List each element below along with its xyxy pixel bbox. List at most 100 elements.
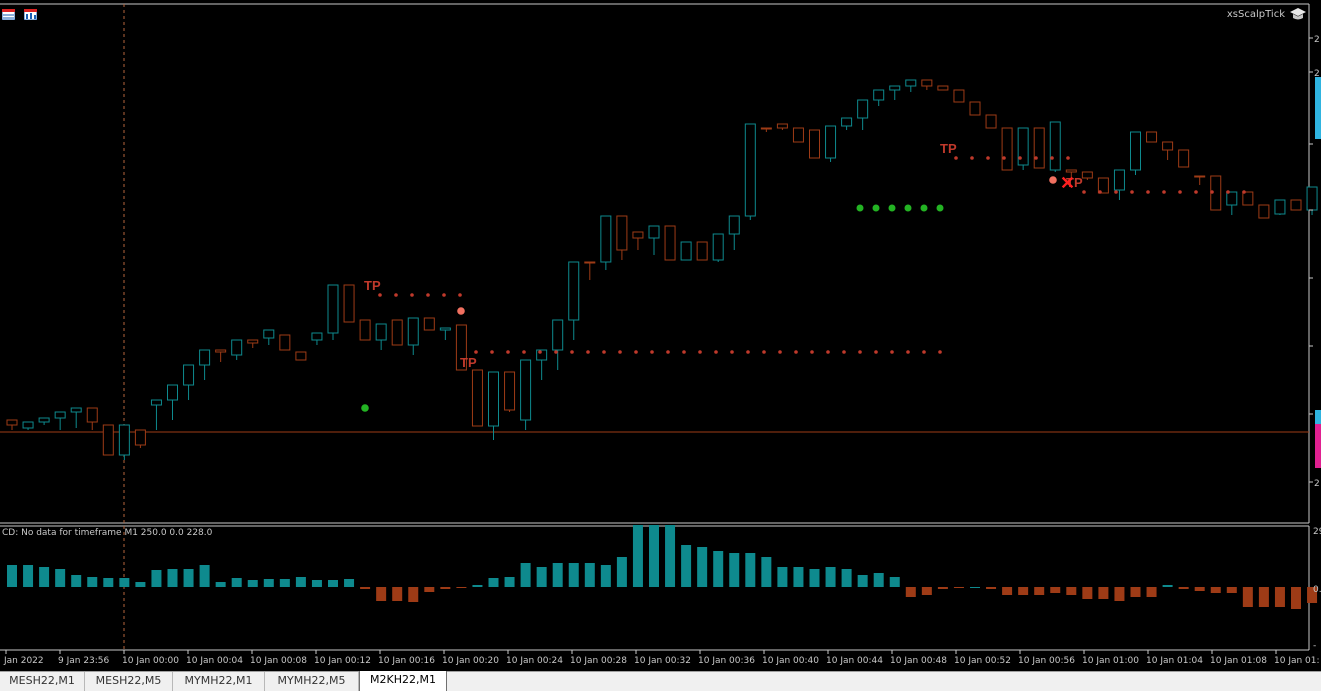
time-tick-label: 10 Jan 00:48: [890, 656, 947, 666]
time-tick-label: 10 Jan 00:36: [698, 656, 755, 666]
time-tick-label: 10 Jan 00:12: [314, 656, 371, 666]
histogram-bar: [937, 587, 948, 589]
histogram-bar: [39, 567, 50, 587]
histogram-bar: [681, 545, 692, 587]
tp-dot: [1194, 190, 1198, 194]
histogram-bar: [7, 565, 17, 587]
right-edge-marker-blue: [1315, 77, 1321, 139]
tp-dot: [442, 293, 446, 297]
histogram-bar: [600, 565, 611, 587]
histogram-bar: [1242, 587, 1253, 607]
right-edge-marker-blue: [1315, 410, 1321, 424]
tp-dot: [618, 350, 622, 354]
indicator-status-label: CD: No data for timeframe M1 250.0 0.0 2…: [2, 528, 213, 538]
candle-body: [231, 339, 243, 356]
time-tick-label: 10 Jan 00:24: [506, 656, 563, 666]
candle-body: [857, 99, 869, 119]
histogram-bar: [360, 587, 371, 589]
right-edge-marker-pink: [1315, 424, 1321, 468]
chart-canvas[interactable]: TP TP TP TP ✕ 2 2 2 29 0.0 - Jan 20229 J…: [0, 0, 1321, 671]
histogram-bar: [295, 577, 306, 587]
candle-body: [183, 364, 195, 386]
candle-body: [744, 123, 756, 217]
histogram-bar: [825, 567, 836, 587]
tp-dot: [714, 350, 718, 354]
tab-mymh22-m5[interactable]: MYMH22,M5: [265, 672, 359, 691]
histogram-bar: [199, 565, 210, 587]
candle-body: [1065, 169, 1077, 173]
time-tick-label: 10 Jan 00:16: [378, 656, 435, 666]
time-tick-label: 10 Jan 00:44: [826, 656, 883, 666]
candle-body: [199, 349, 211, 366]
tp-dot: [906, 350, 910, 354]
tp-dot: [762, 350, 766, 354]
candle-body: [1178, 149, 1190, 168]
candle-body: [921, 79, 933, 87]
tp-dot: [1130, 190, 1134, 194]
candle-body: [664, 225, 676, 261]
chart-tabs-bar: MESH22,M1 MESH22,M5 MYMH22,M1 MYMH22,M5 …: [0, 671, 1321, 691]
time-tick-label: 10 Jan 01:04: [1146, 656, 1203, 666]
tp-dot: [986, 156, 990, 160]
time-tick-label: 10 Jan 00:00: [122, 656, 179, 666]
time-tick-label: 10 Jan 00:20: [442, 656, 499, 666]
entry-dot: [856, 204, 864, 212]
indicator-name-label: xsScalpTick: [1226, 9, 1285, 20]
tp-label: TP: [940, 141, 957, 156]
candle-body: [1113, 169, 1125, 191]
histogram-bar: [408, 587, 419, 602]
tab-m2kh22-m1[interactable]: M2KH22,M1: [359, 671, 447, 691]
graduation-cap-icon[interactable]: [1290, 7, 1306, 21]
candle-body: [279, 334, 291, 351]
candle-body: [1081, 171, 1093, 179]
candle-body: [792, 127, 804, 143]
tp-dot: [682, 350, 686, 354]
histogram-bar: [328, 580, 338, 587]
tp-dot: [1098, 190, 1102, 194]
ind-tick: 0.0: [1313, 585, 1321, 595]
tp-dot: [538, 350, 542, 354]
candle-body: [1049, 121, 1061, 171]
candle-body: [391, 319, 403, 346]
tab-mesh22-m1[interactable]: MESH22,M1: [0, 672, 85, 691]
tab-mesh22-m5[interactable]: MESH22,M5: [85, 672, 173, 691]
chart-grid-icon[interactable]: [2, 9, 15, 20]
tp-dot: [778, 350, 782, 354]
histogram-bar: [568, 563, 579, 587]
tp-dot: [922, 350, 926, 354]
tab-mymh22-m1[interactable]: MYMH22,M1: [173, 672, 265, 691]
histogram-bar: [761, 557, 772, 587]
candle-body: [86, 407, 98, 423]
candle-body: [118, 424, 130, 456]
histogram-bar: [1226, 587, 1237, 593]
candle-body: [295, 351, 307, 361]
histogram-bar: [167, 569, 178, 587]
histogram-bar: [392, 587, 403, 601]
candle-body: [375, 323, 387, 341]
entry-dot: [904, 204, 912, 212]
tp-dot: [1034, 156, 1038, 160]
histogram-bar: [151, 570, 162, 587]
candle-body: [1258, 204, 1270, 219]
tp-dot: [810, 350, 814, 354]
histogram-bar: [665, 525, 676, 587]
histogram-bar: [424, 587, 435, 592]
time-tick-label: 10 Jan 00:28: [570, 656, 627, 666]
candle-body: [1242, 191, 1254, 206]
histogram-bar: [1146, 587, 1157, 597]
entry-dot: [888, 204, 896, 212]
candle-body: [439, 327, 451, 331]
tp-dot: [1050, 156, 1054, 160]
candle-body: [632, 231, 644, 239]
chart-props-icon[interactable]: [24, 9, 37, 20]
time-tick-label: 10 Jan 00:32: [634, 656, 691, 666]
tp-dot: [698, 350, 702, 354]
candle-body: [953, 89, 965, 103]
tp-dot: [490, 350, 494, 354]
histogram-bar: [135, 582, 146, 587]
tp-dot: [1178, 190, 1182, 194]
candle-body: [776, 123, 788, 129]
histogram-bar: [632, 525, 643, 587]
price-tick: 2: [1314, 479, 1320, 489]
candle-body: [889, 85, 901, 91]
